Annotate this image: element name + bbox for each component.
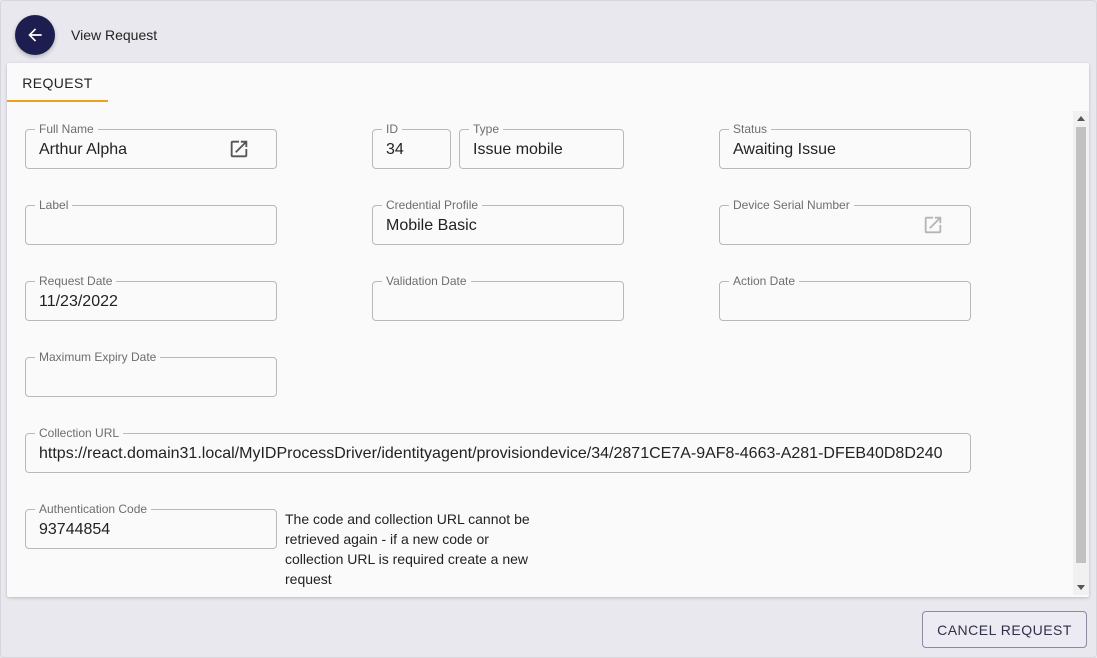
validation-date-label: Validation Date (382, 273, 471, 289)
request-card: REQUEST Full Name Arthur Alpha ID 34 Typ… (7, 63, 1089, 597)
scroll-down-arrow-icon[interactable] (1077, 585, 1085, 590)
action-date-field[interactable]: Action Date (719, 273, 971, 321)
type-value: Issue mobile (473, 141, 563, 158)
request-date-label: Request Date (35, 273, 117, 289)
status-label: Status (729, 121, 772, 137)
arrow-left-icon (28, 28, 42, 42)
back-button[interactable] (15, 15, 55, 55)
type-field[interactable]: Type Issue mobile (459, 121, 624, 169)
credential-profile-value: Mobile Basic (386, 217, 477, 234)
page-title: View Request (71, 27, 158, 43)
tab-request[interactable]: REQUEST (7, 63, 108, 103)
label-label: Label (35, 197, 73, 213)
device-serial-number-field[interactable]: Device Serial Number (719, 197, 971, 245)
type-label: Type (469, 121, 504, 137)
request-date-field[interactable]: Request Date 11/23/2022 (25, 273, 277, 321)
status-value: Awaiting Issue (733, 141, 836, 158)
device-serial-number-label: Device Serial Number (729, 197, 854, 213)
scroll-up-arrow-icon[interactable] (1077, 116, 1085, 121)
maximum-expiry-date-field[interactable]: Maximum Expiry Date (25, 349, 277, 397)
action-date-label: Action Date (729, 273, 800, 289)
credential-profile-field[interactable]: Credential Profile Mobile Basic (372, 197, 624, 245)
collection-url-field[interactable]: Collection URL https://react.domain31.lo… (25, 425, 971, 473)
authentication-code-value: 93744854 (39, 521, 111, 538)
tab-active-indicator (7, 100, 108, 102)
label-field[interactable]: Label (25, 197, 277, 245)
maximum-expiry-date-label: Maximum Expiry Date (35, 349, 161, 365)
full-name-label: Full Name (35, 121, 98, 137)
authentication-code-label: Authentication Code (35, 501, 152, 517)
id-label: ID (382, 121, 402, 137)
collection-url-label: Collection URL (35, 425, 124, 441)
credential-profile-label: Credential Profile (382, 197, 483, 213)
full-name-value: Arthur Alpha (39, 141, 128, 158)
scrollbar-thumb[interactable] (1076, 127, 1086, 563)
id-field[interactable]: ID 34 (372, 121, 451, 169)
authentication-code-field[interactable]: Authentication Code 93744854 (25, 501, 277, 549)
validation-date-field[interactable]: Validation Date (372, 273, 624, 321)
open-in-new-icon[interactable] (922, 214, 944, 236)
status-field[interactable]: Status Awaiting Issue (719, 121, 971, 169)
authentication-note: The code and collection URL cannot be re… (285, 511, 530, 587)
collection-url-value: https://react.domain31.local/MyIDProcess… (39, 445, 943, 462)
cancel-request-button[interactable]: CANCEL REQUEST (922, 611, 1087, 648)
request-date-value: 11/23/2022 (39, 293, 118, 310)
open-in-new-icon[interactable] (228, 138, 250, 160)
id-value: 34 (386, 141, 404, 158)
full-name-field[interactable]: Full Name Arthur Alpha (25, 121, 277, 169)
scrollbar[interactable] (1073, 111, 1089, 595)
